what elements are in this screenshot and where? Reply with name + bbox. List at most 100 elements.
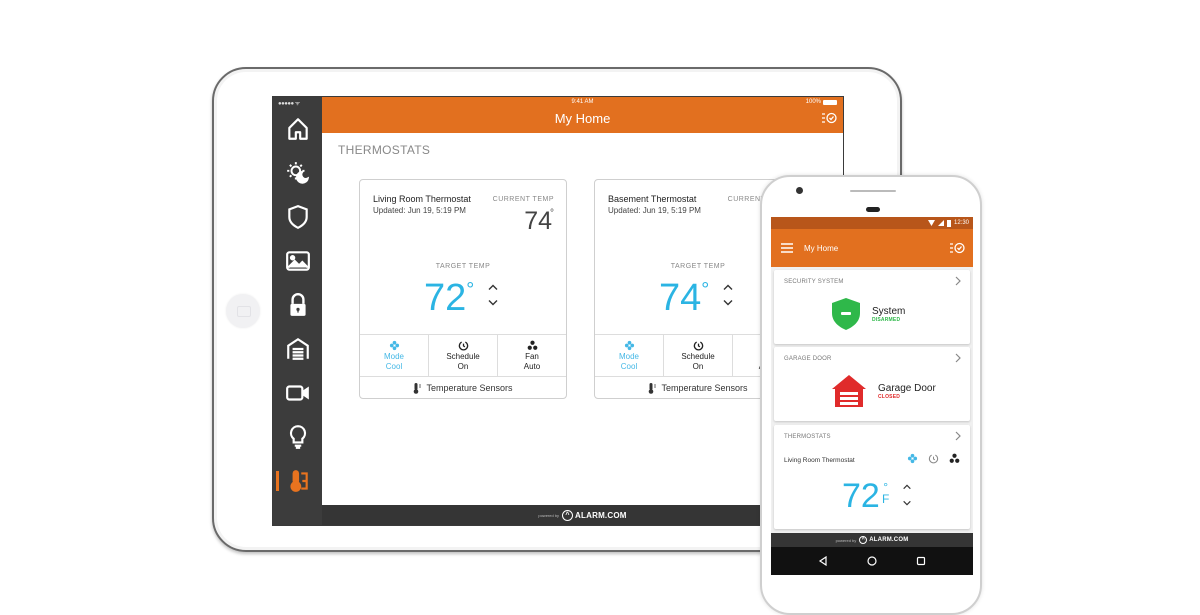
temp-stepper xyxy=(722,283,736,313)
powered-by-text: powered by xyxy=(835,537,857,543)
tablet-screen: ●●●●● ᯤ 9:41 AM 100% My Home THERMOSTATS… xyxy=(272,96,844,526)
sidebar-item-scenes[interactable] xyxy=(273,153,322,193)
alarm-logo-mark-icon: ^ xyxy=(859,536,868,544)
fan-button[interactable]: Fan Auto xyxy=(498,335,566,376)
security-status-badge: DISARMED xyxy=(872,316,901,323)
fan-value: Auto xyxy=(523,361,541,371)
temp-stepper xyxy=(902,483,912,515)
current-temp: 74 xyxy=(524,207,552,235)
mode-button[interactable]: Mode Cool xyxy=(595,335,664,376)
schedule-icon xyxy=(693,340,703,350)
front-camera xyxy=(796,187,803,194)
sidebar-item-thermostats[interactable] xyxy=(273,461,322,501)
footer-bar: powered by ^ ALARM.COM xyxy=(771,533,973,547)
speaker-grille xyxy=(850,190,896,192)
degree-symbol: ° xyxy=(466,279,475,301)
alarm-logo-mark-icon: ^ xyxy=(562,509,574,521)
chevron-up-icon[interactable] xyxy=(487,283,499,292)
status-check-icon[interactable] xyxy=(949,241,965,255)
android-nav-bar xyxy=(771,547,973,575)
chevron-up-icon[interactable] xyxy=(722,283,734,292)
status-check-icon[interactable] xyxy=(821,111,837,125)
thermostat-card[interactable]: Living Room Thermostat Updated: Jun 19, … xyxy=(359,179,567,399)
unit-label: F xyxy=(882,492,890,506)
updated-time: Updated: Jun 19, 5:19 PM xyxy=(373,206,466,215)
sidebar-item-garage[interactable] xyxy=(273,329,322,369)
schedule-icon xyxy=(458,340,468,350)
mode-value: Cool xyxy=(620,361,638,371)
security-status: System DISARMED xyxy=(832,298,905,330)
snowflake-icon xyxy=(389,340,399,350)
chevron-right-icon[interactable] xyxy=(954,276,962,286)
sidebar-item-images[interactable] xyxy=(273,241,322,281)
chevron-down-icon[interactable] xyxy=(902,499,912,507)
phone-device: 12:30 My Home SECURITY SYSTEM System DIS… xyxy=(760,175,982,615)
alarm-com-logo: ^ ALARM.COM xyxy=(562,509,627,521)
sidebar-item-video[interactable] xyxy=(273,373,322,413)
target-temp-label: TARGET TEMP xyxy=(435,263,491,270)
snowflake-icon[interactable] xyxy=(907,453,918,464)
garage-text: Garage Door CLOSED xyxy=(878,383,936,400)
powered-by-text: powered by xyxy=(538,512,560,518)
schedule-icon[interactable] xyxy=(928,453,939,464)
page-title: My Home xyxy=(804,244,839,253)
security-system-card[interactable]: SECURITY SYSTEM System DISARMED xyxy=(774,270,970,344)
schedule-button[interactable]: Schedule On xyxy=(429,335,498,376)
mode-label: Mode xyxy=(383,351,404,361)
degree-symbol: ° xyxy=(701,279,710,301)
thermostats-card[interactable]: THERMOSTATS Living Room Thermostat 72 ° … xyxy=(774,425,970,529)
home-circle-icon[interactable] xyxy=(867,556,877,566)
signal-indicator: ●●●●● ᯤ xyxy=(278,101,300,107)
garage-door-card[interactable]: GARAGE DOOR Garage Door CLOSED xyxy=(774,347,970,421)
sidebar-item-locks[interactable] xyxy=(273,285,322,325)
battery-icon xyxy=(823,99,837,105)
status-time: 12:30 xyxy=(953,220,969,226)
sidebar-item-lights[interactable] xyxy=(273,417,322,457)
target-temp-display: 72° xyxy=(424,277,474,320)
hamburger-menu-icon[interactable] xyxy=(781,243,793,253)
lightbulb-icon xyxy=(289,425,306,449)
fan-label: Fan xyxy=(525,351,539,361)
chevron-right-icon[interactable] xyxy=(954,353,962,363)
chevron-up-icon[interactable] xyxy=(902,483,912,491)
security-text: System DISARMED xyxy=(872,306,905,323)
current-temp-label: CURRENT TEMP xyxy=(492,196,554,203)
thermostat-status-icons xyxy=(907,453,960,464)
phone-status-bar: 12:30 xyxy=(771,217,973,229)
home-icon xyxy=(287,118,308,140)
chevron-down-icon[interactable] xyxy=(487,298,499,307)
shield-disarmed-icon xyxy=(832,298,860,330)
sidebar-item-home[interactable] xyxy=(273,109,322,149)
updated-time: Updated: Jun 19, 5:19 PM xyxy=(608,206,701,215)
sun-moon-icon xyxy=(286,162,309,184)
tablet-home-button[interactable] xyxy=(226,294,260,328)
brand-name: ALARM.COM xyxy=(575,510,627,520)
sensors-label: Temperature Sensors xyxy=(661,383,748,393)
mode-button[interactable]: Mode Cool xyxy=(360,335,429,376)
chevron-right-icon[interactable] xyxy=(954,431,962,441)
target-temp-display: 74° xyxy=(659,277,709,320)
image-icon xyxy=(285,251,310,271)
battery-icon xyxy=(946,219,951,227)
temperature-sensors-link[interactable]: Temperature Sensors xyxy=(360,377,566,399)
card-title: GARAGE DOOR xyxy=(784,356,832,362)
battery-percent: 100% xyxy=(805,99,821,105)
video-camera-icon xyxy=(285,385,309,401)
earpiece xyxy=(866,207,880,212)
chevron-down-icon[interactable] xyxy=(722,298,734,307)
thermostat-name: Living Room Thermostat xyxy=(373,194,471,204)
back-icon[interactable] xyxy=(818,556,828,566)
thermostat-name: Basement Thermostat xyxy=(608,194,697,204)
schedule-button[interactable]: Schedule On xyxy=(664,335,733,376)
app-header: 9:41 AM 100% My Home xyxy=(322,97,843,133)
recents-icon[interactable] xyxy=(916,556,926,566)
target-temp: 74 xyxy=(659,277,702,319)
mode-value: Cool xyxy=(385,361,403,371)
thermostat-controls: Mode Cool Schedule On Fan Auto xyxy=(360,334,566,377)
temp-stepper xyxy=(487,283,501,313)
degree-symbol: ° xyxy=(550,208,554,219)
sensors-label: Temperature Sensors xyxy=(426,383,513,393)
sidebar-item-security[interactable] xyxy=(273,197,322,237)
wifi-icon xyxy=(927,220,935,226)
fan-icon[interactable] xyxy=(949,453,960,464)
